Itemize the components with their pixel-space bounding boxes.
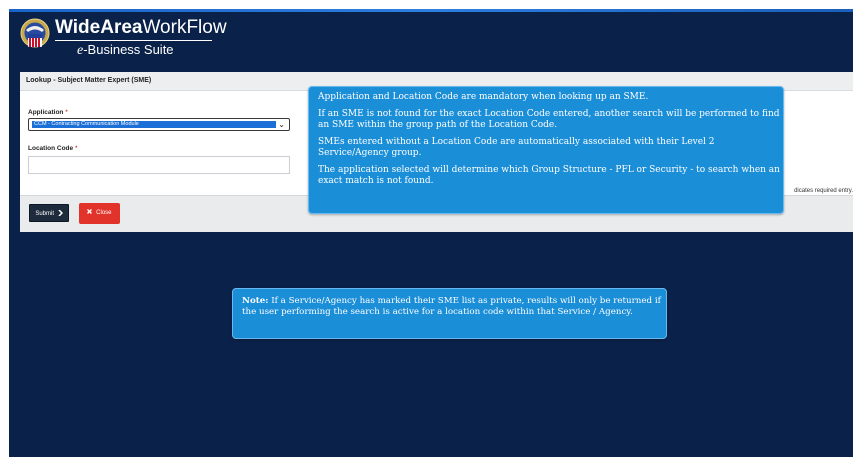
- required-marker: *: [65, 109, 68, 116]
- brand-sub-rest: -Business Suite: [83, 42, 174, 57]
- brand-divider: [55, 40, 212, 41]
- application-label: Application *: [28, 109, 68, 116]
- required-entry-note: dicates required entry.: [794, 188, 853, 194]
- location-label-text: Location Code: [28, 145, 74, 152]
- application-selected-value: CCM - Contracting Communication Module: [32, 121, 276, 128]
- required-marker: *: [74, 145, 78, 152]
- app-header: WideAreaWorkFlow e-Business Suite: [9, 12, 853, 65]
- dod-seal-logo: [20, 18, 50, 48]
- brand-light: WorkFlow: [142, 17, 227, 38]
- brand-title: WideAreaWorkFlow: [55, 17, 227, 39]
- submit-label: Submit: [35, 211, 54, 217]
- brand-bold: WideArea: [55, 17, 143, 38]
- application-label-text: Application: [28, 109, 64, 116]
- brand-subtitle: e-Business Suite: [55, 42, 227, 59]
- x-icon: [87, 209, 93, 214]
- close-button[interactable]: Close: [79, 203, 120, 224]
- callout-paragraph-1: Application and Location Code are mandat…: [318, 92, 649, 102]
- help-callout-note: Note: If a Service/Agency has marked the…: [232, 288, 667, 339]
- location-code-input[interactable]: [28, 156, 290, 174]
- help-callout-main: Application and Location Code are mandat…: [308, 86, 784, 214]
- callout-paragraph-2: If an SME is not found for the exact Loc…: [318, 109, 780, 130]
- location-code-label: Location Code *: [28, 145, 77, 152]
- note-label: Note:: [242, 296, 269, 306]
- chevron-right-icon: [58, 209, 63, 217]
- note-text: If a Service/Agency has marked their SME…: [242, 296, 661, 317]
- callout-paragraph-4: The application selected will determine …: [318, 165, 780, 186]
- callout-paragraph-3: SMEs entered without a Location Code are…: [318, 137, 715, 158]
- chevron-down-icon: ⌄: [278, 120, 285, 129]
- app-screen: WideAreaWorkFlow e-Business Suite Lookup…: [9, 9, 853, 457]
- brand-wordmark: WideAreaWorkFlow e-Business Suite: [55, 17, 227, 59]
- application-select[interactable]: CCM - Contracting Communication Module ⌄: [28, 118, 290, 131]
- close-label: Close: [96, 210, 112, 216]
- submit-button[interactable]: Submit: [29, 204, 69, 222]
